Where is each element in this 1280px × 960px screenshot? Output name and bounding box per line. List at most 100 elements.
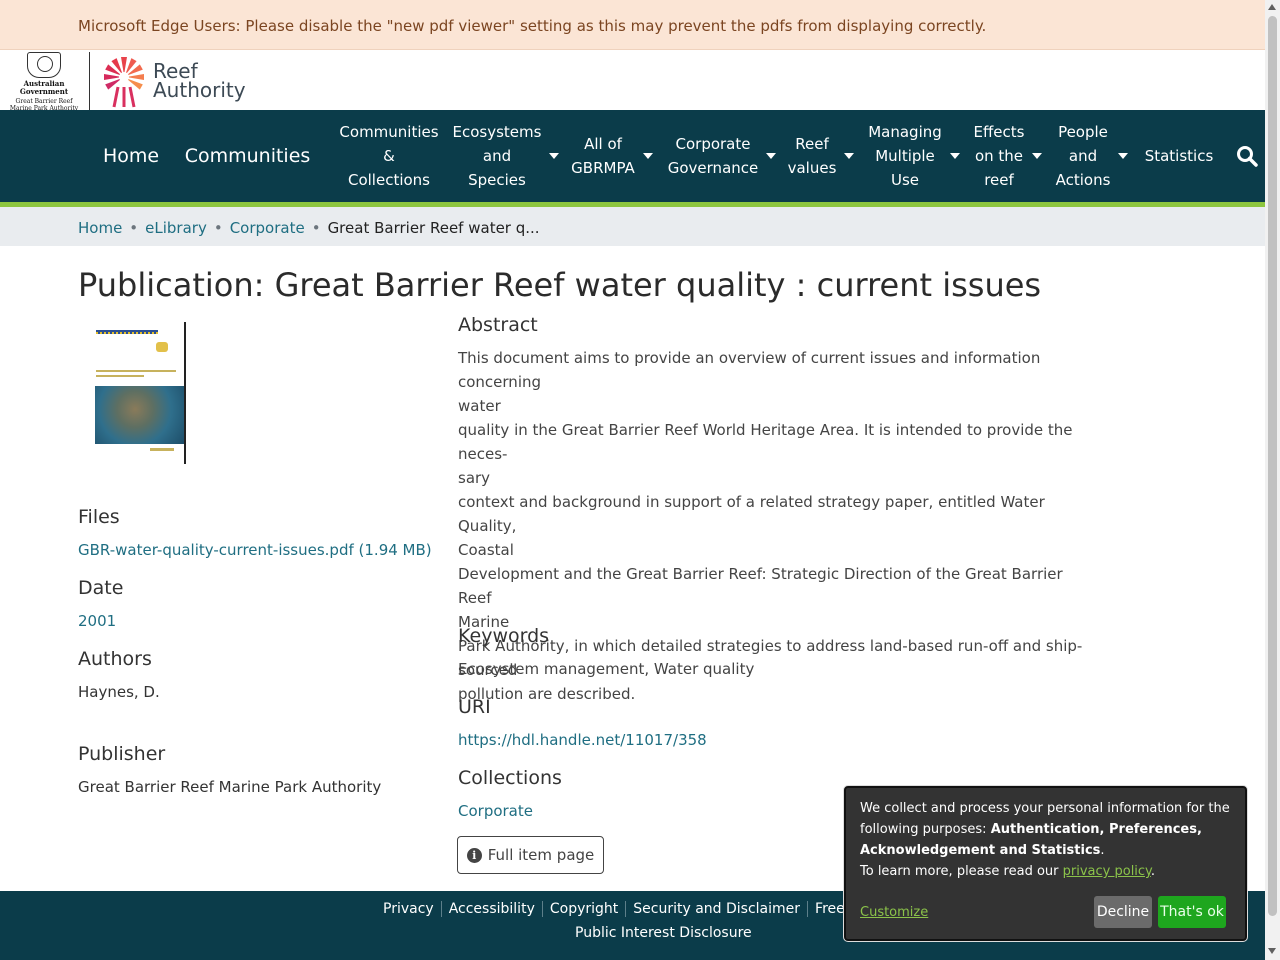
nav-people-actions[interactable]: People and Actions [1052,110,1132,202]
publisher-value: Great Barrier Reef Marine Park Authority [78,778,382,796]
gov-logo-line1: Australian Government [19,79,69,96]
nav-home-label: Home [102,145,160,167]
abstract-line: water [458,397,501,415]
caret-down-icon [1032,153,1043,159]
nav-eco-line1: Ecosystems [452,123,542,141]
page-title: Publication: Great Barrier Reef water qu… [78,266,1042,304]
nav-statistics[interactable]: Statistics [1140,110,1218,202]
breadcrumb-separator: • [213,219,223,237]
nav-managing-multiple-use[interactable]: Managing Multiple Use [864,110,964,202]
cookie-learn-more: To learn more, please read our privacy p… [860,861,1231,882]
nav-communities-collections[interactable]: Communities & Collections [330,110,448,202]
cookie-message: We collect and process your personal inf… [860,798,1231,861]
full-item-page-button[interactable]: i Full item page [457,836,604,874]
cookie-consent-dialog: We collect and process your personal inf… [844,786,1247,941]
caret-down-icon [949,153,960,159]
files-heading: Files [78,506,120,528]
abstract-line: pollution are described. [458,685,636,703]
footer-link-security-disclaimer[interactable]: Security and Disclaimer [625,901,808,917]
nav-ppl-line2: and [1068,147,1098,165]
footer-link-public-interest-disclosure[interactable]: Public Interest Disclosure [575,925,752,941]
abstract-line: sary [458,469,491,487]
gov-logo-line2: Great Barrier Reef [15,98,73,105]
uri-link[interactable]: https://hdl.handle.net/11017/358 [458,728,707,752]
nav-reef-line2: values [787,159,837,177]
breadcrumb-corporate[interactable]: Corporate [230,219,305,237]
nav-man-line3: Use [890,171,920,189]
nav-communities[interactable]: Communities [180,110,315,202]
abstract-line: Park Authority, in which detailed strate… [458,637,1083,655]
abstract-line: Development and the Great Barrier Reef: … [458,565,1063,607]
footer-link-copyright[interactable]: Copyright [541,901,626,917]
nav-corp-line2: Governance [667,159,759,177]
footer-link-privacy[interactable]: Privacy [376,901,441,917]
nav-cc-line3: Collections [347,171,430,189]
scrollbar-thumb[interactable] [1268,16,1277,916]
scroll-down-arrow-icon[interactable] [1268,948,1276,954]
abstract-line: context and background in support of a r… [458,493,1045,535]
decline-button[interactable]: Decline [1094,896,1152,928]
australian-government-logo[interactable]: Australian Government Great Barrier Reef… [0,50,88,112]
nav-man-line1: Managing [868,123,942,141]
pdf-viewer-alert: Microsoft Edge Users: Please disable the… [0,0,1265,50]
keywords-value: Ecosystem management, Water quality [458,660,755,678]
accept-button[interactable]: That's ok [1158,896,1226,928]
nav-reef-line1: Reef [795,135,829,153]
publisher-heading: Publisher [78,743,166,765]
nav-man-line2: Multiple [875,147,935,165]
nav-corp-line1: Corporate [675,135,751,153]
date-heading: Date [78,577,124,599]
nav-cc-line2: & [383,147,395,165]
alert-text: Microsoft Edge Users: Please disable the… [78,17,987,35]
caret-down-icon [766,153,777,159]
nav-reef-values[interactable]: Reef values [786,110,856,202]
abstract-line: Coastal [458,541,514,559]
nav-eco-line2: and [482,147,512,165]
authors-heading: Authors [78,648,152,670]
reef-authority-logo-icon[interactable] [100,53,150,109]
nav-eff-line1: Effects [973,123,1025,141]
abstract-line: Marine [458,613,510,631]
uri-heading: URI [458,696,491,718]
search-icon [1237,146,1258,167]
nav-corporate-governance[interactable]: Corporate Governance [664,110,780,202]
authors-value: Haynes, D. [78,683,160,701]
abstract-line: This document aims to provide an overvie… [458,349,1041,391]
footer-link-accessibility[interactable]: Accessibility [440,901,542,917]
logo-bar: Australian Government Great Barrier Reef… [0,50,1265,112]
date-value-link[interactable]: 2001 [78,609,116,633]
nav-communities-label: Communities [184,145,311,167]
collection-link[interactable]: Corporate [458,799,533,823]
footer-links: Privacy Accessibility Copyright Security an… [376,901,901,917]
wordmark-authority: Authority [153,78,246,102]
nav-ecosystems-species[interactable]: Ecosystems and Species [450,110,562,202]
nav-cc-line1: Communities [339,123,439,141]
page-scrollbar[interactable] [1265,0,1280,960]
search-button[interactable] [1232,110,1262,202]
nav-home[interactable]: Home [92,110,170,202]
scroll-up-arrow-icon[interactable] [1268,4,1276,10]
file-download-link[interactable]: GBR-water-quality-current-issues.pdf (1.… [78,538,432,562]
breadcrumb-elibrary[interactable]: eLibrary [145,219,207,237]
nav-all-of-gbrmpa[interactable]: All of GBRMPA [566,110,658,202]
breadcrumb-separator: • [311,219,321,237]
collections-heading: Collections [458,767,562,789]
nav-effects-on-reef[interactable]: Effects on the reef [970,110,1046,202]
caret-down-icon [642,153,653,159]
privacy-policy-link[interactable]: privacy policy [1063,864,1151,879]
nav-all-line2: GBRMPA [571,159,635,177]
breadcrumb-current: Great Barrier Reef water q... [327,219,540,237]
breadcrumb-home[interactable]: Home [78,219,122,237]
reef-authority-wordmark: Reef Authority [153,61,246,102]
breadcrumb: Home • eLibrary • Corporate • Great Barrier Re… [0,207,1265,246]
nav-ppl-line3: Actions [1055,171,1111,189]
customize-link[interactable]: Customize [860,902,928,923]
publication-thumbnail[interactable] [86,322,186,464]
cookie-text-period: . [1100,843,1105,858]
nav-statistics-label: Statistics [1144,147,1214,165]
abstract-line: quality in the Great Barrier Reef World … [458,421,1073,463]
full-item-page-label: Full item page [487,846,595,864]
main-navigation: Home Communities Communities & Collectio… [0,110,1265,202]
nav-ppl-line1: People [1058,123,1108,141]
nav-eff-line2: on the [974,147,1024,165]
